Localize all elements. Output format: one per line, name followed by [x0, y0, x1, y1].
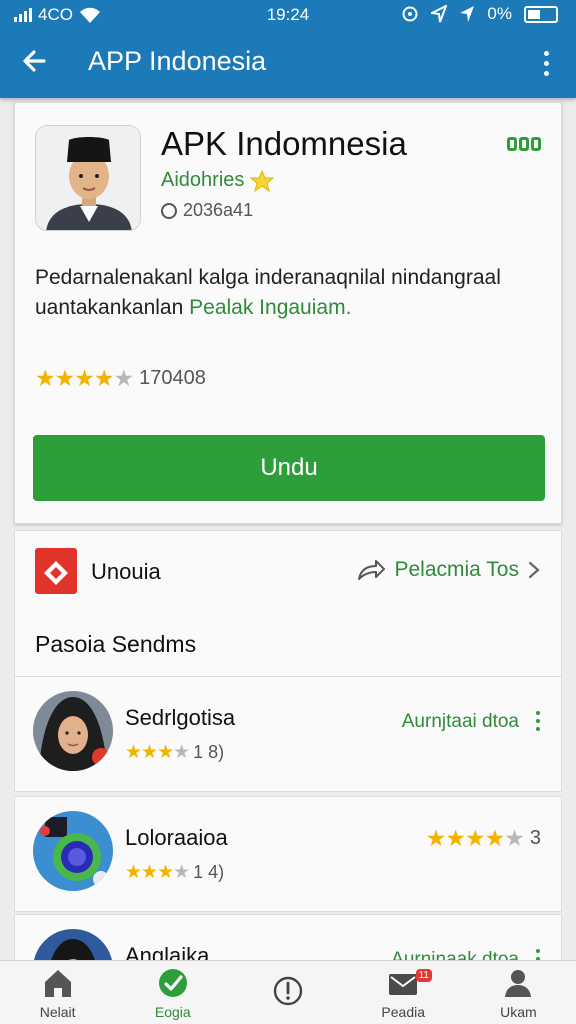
list-item-stars: ★★★★: [125, 862, 190, 883]
nav-item-eogia[interactable]: Eogia: [115, 961, 230, 1024]
list-item-count: 1 8): [193, 742, 225, 762]
list-item-side-rating: ★★★★★ 3: [426, 825, 541, 852]
nav-item-peadia[interactable]: 11 Peadia: [346, 961, 461, 1024]
clock-icon: [161, 202, 177, 219]
mail-icon: [389, 973, 418, 995]
rating-count: 170408: [139, 367, 206, 389]
chevron-right-icon: [528, 561, 540, 579]
avatar: [33, 811, 113, 891]
notification-badge: 11: [415, 969, 432, 982]
list-item-rating: ★★★★ 1 4): [125, 861, 224, 884]
app-detail-card: APK Indomnesia Aidohries 2036a41 Pedarna…: [14, 102, 562, 524]
description-line-1: Pedarnalenakanl kalga inderanaqnilal nin…: [35, 266, 501, 289]
battery-icon: [524, 5, 558, 23]
sync-icon: [402, 6, 418, 22]
check-badge-icon: [158, 968, 187, 997]
more-options-icon[interactable]: [533, 711, 543, 733]
overflow-menu-icon[interactable]: [534, 46, 558, 80]
list-item-action[interactable]: Aurnjtaai dtoa: [402, 711, 519, 733]
version-info: 2036a41: [161, 200, 253, 221]
rating-row: ★★★★★ 170408: [35, 365, 206, 392]
side-rating-stars: ★★★★★: [425, 825, 525, 851]
category-logo-icon: [35, 548, 77, 594]
status-bar: 4CO 19:24 0%: [0, 0, 576, 30]
navigation-icon: [460, 6, 475, 22]
verified-badge-icon: [507, 137, 541, 157]
star-badge-icon: [250, 169, 275, 192]
nav-label-home: Nelait: [39, 1003, 76, 1020]
list-item-rating: ★★★★ 1 8): [125, 741, 224, 764]
list-item[interactable]: Loloraaioa ★★★★ 1 4) ★★★★★ 3: [14, 796, 562, 912]
list-item-name: Loloraaioa: [125, 825, 228, 850]
description-line-2: uantakankanlan: [35, 296, 184, 319]
home-icon: [44, 969, 71, 997]
app-name: APK Indomnesia: [161, 125, 407, 162]
description-link[interactable]: Pealak Ingauiam.: [189, 296, 351, 319]
nav-item-profile[interactable]: Ukam: [461, 961, 576, 1024]
nav-item-home[interactable]: Nelait: [0, 961, 115, 1024]
nav-label-peadia: Peadia: [381, 1003, 425, 1020]
section-title: Pasoia Sendms: [35, 631, 197, 657]
nav-item-info[interactable]: [230, 961, 345, 1024]
info-icon: [273, 976, 303, 1005]
download-label: Undu: [260, 454, 318, 481]
category-label[interactable]: Unouia: [91, 559, 161, 585]
list-item-count: 1 4): [193, 862, 225, 882]
list-item-stars: ★★★★: [125, 742, 190, 763]
bottom-navigation: Nelait Eogia 11 Peadia Ukam: [0, 960, 576, 1024]
developer-link[interactable]: Aidohries: [161, 169, 275, 192]
category-card: Unouia Pelacmia Tos Pasoia Sendms: [14, 530, 562, 678]
share-icon: [358, 560, 386, 580]
app-description: Pedarnalenakanl kalga inderanaqnilal nin…: [35, 263, 545, 323]
list-item-name: Sedrlgotisa: [125, 705, 236, 730]
list-item[interactable]: Sedrlgotisa ★★★★ 1 8) Aurnjtaai dtoa: [14, 676, 562, 792]
back-arrow-icon[interactable]: [18, 44, 52, 78]
developer-name: Aidohries: [161, 169, 245, 191]
list-item-side-value: 3: [529, 827, 541, 849]
app-bar: APP Indonesia: [0, 30, 576, 98]
location-icon: [431, 5, 448, 23]
nav-label-profile: Ukam: [500, 1003, 537, 1020]
version-value: 2036a41: [183, 200, 254, 220]
nav-label-eogia: Eogia: [154, 1003, 191, 1020]
rating-stars: ★★★★★: [35, 365, 134, 391]
share-link[interactable]: Pelacmia Tos: [356, 557, 541, 583]
profile-icon: [505, 969, 532, 997]
avatar: [33, 691, 113, 771]
app-bar-title: APP Indonesia: [88, 46, 267, 76]
app-icon: [35, 125, 141, 231]
battery-percent: 0%: [487, 4, 512, 23]
download-button[interactable]: Undu: [33, 435, 545, 501]
share-label: Pelacmia Tos: [394, 558, 519, 581]
